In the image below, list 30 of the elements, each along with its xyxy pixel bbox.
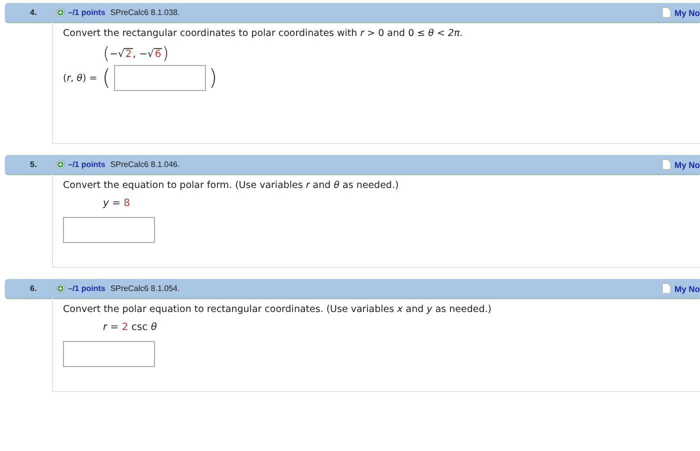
problem-code: SPreCalc6 8.1.046. <box>110 160 180 169</box>
question-number: 6. <box>30 284 38 293</box>
question-text: Convert the polar equation to rectangular coordinates. (Use variables x and y as needed.) <box>63 304 492 315</box>
answer-field[interactable] <box>63 341 155 367</box>
points-label: –/1 points <box>68 284 106 293</box>
my-notes-link[interactable]: My No <box>674 160 700 170</box>
problem-code: SPreCalc6 8.1.038. <box>110 8 180 17</box>
points-label: –/1 points <box>68 160 106 169</box>
parenthesis: ( <box>102 66 111 90</box>
question-number: 4. <box>30 8 38 17</box>
my-notes-link[interactable]: My No <box>674 8 700 18</box>
note-icon[interactable] <box>662 283 670 294</box>
plus-icon[interactable] <box>56 284 65 293</box>
points-label: –/1 points <box>68 8 106 17</box>
parenthesis: ) <box>208 66 218 90</box>
math-expression: y = 8 <box>102 196 132 210</box>
math-expression: r = 2 csc θ <box>102 320 158 334</box>
question-number: 5. <box>30 160 38 169</box>
answer-label: (r, θ) = <box>63 72 98 84</box>
note-icon[interactable] <box>662 159 670 170</box>
question-text: Convert the equation to polar form. (Use variables r and θ as needed.) <box>63 180 400 191</box>
answer-field[interactable] <box>114 65 206 91</box>
plus-icon[interactable] <box>56 160 65 169</box>
question-text: Convert the rectangular coordinates to polar coordinates with r > 0 and 0 ≤ θ < 2π. <box>63 28 464 39</box>
problem-code: SPreCalc6 8.1.054. <box>110 284 180 293</box>
math-expression: (−√2, −√6) <box>102 43 170 65</box>
note-icon[interactable] <box>662 7 670 18</box>
answer-field[interactable] <box>63 217 155 243</box>
my-notes-link[interactable]: My No <box>674 284 700 294</box>
plus-icon[interactable] <box>56 8 65 17</box>
